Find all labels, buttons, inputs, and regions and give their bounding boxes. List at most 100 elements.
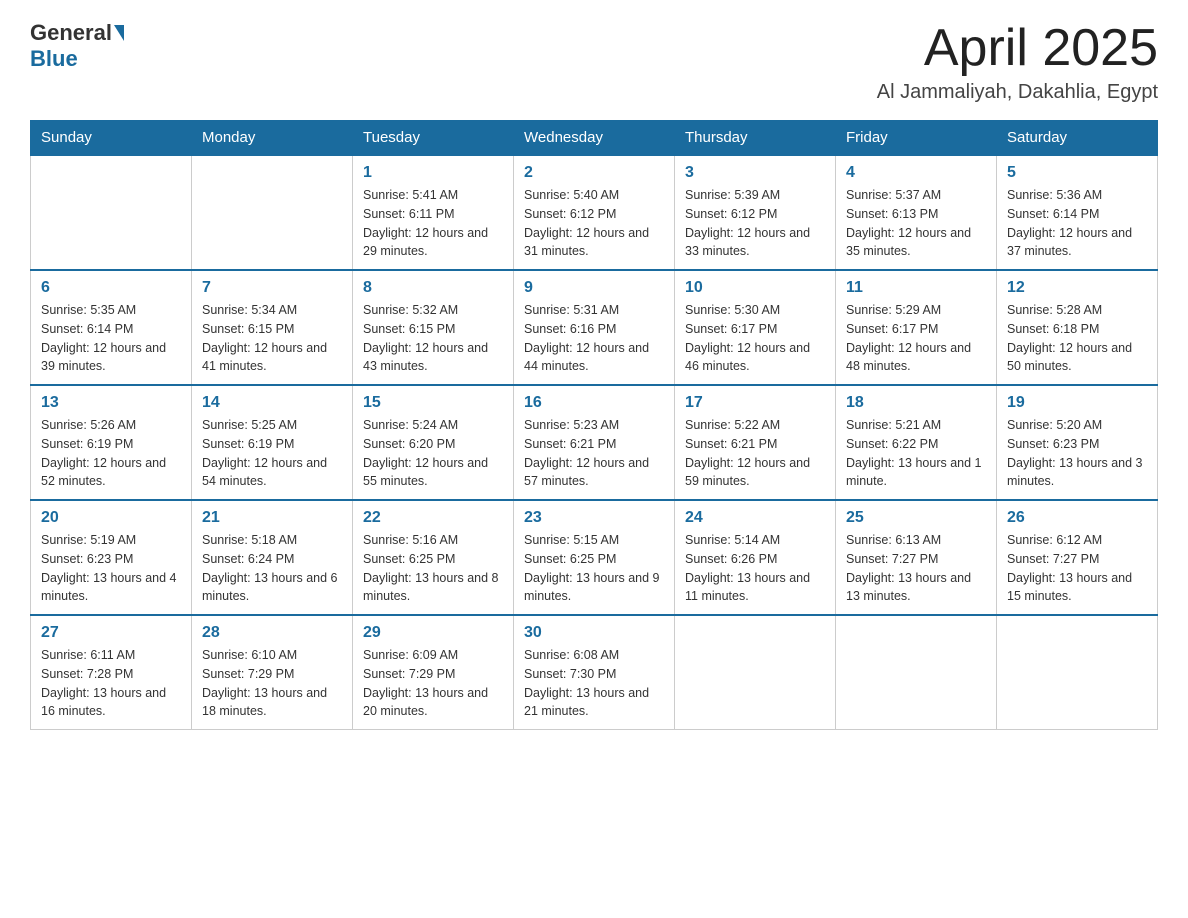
- day-detail: Sunrise: 5:31 AMSunset: 6:16 PMDaylight:…: [524, 301, 664, 376]
- day-detail: Sunrise: 5:26 AMSunset: 6:19 PMDaylight:…: [41, 416, 181, 491]
- calendar-cell: 6Sunrise: 5:35 AMSunset: 6:14 PMDaylight…: [31, 270, 192, 385]
- calendar-cell: [675, 615, 836, 730]
- week-row-3: 13 Sunrise: 5:26 AMSunset: 6:19 PMDayligh…: [31, 385, 1158, 500]
- day-number: 14: [202, 394, 342, 412]
- day-detail: Sunrise: 5:40 AMSunset: 6:12 PMDaylight:…: [524, 186, 664, 261]
- day-number: 24: [685, 509, 825, 527]
- day-number: 23: [524, 509, 664, 527]
- day-number: 30: [524, 624, 664, 642]
- calendar-cell: 17Sunrise: 5:22 AMSunset: 6:21 PMDayligh…: [675, 385, 836, 500]
- day-number: 5: [1007, 164, 1147, 182]
- day-detail: Sunrise: 5:14 AMSunset: 6:26 PMDaylight:…: [685, 531, 825, 606]
- day-detail: Sunrise: 6:10 AMSunset: 7:29 PMDaylight:…: [202, 646, 342, 721]
- header-saturday: Saturday: [997, 121, 1158, 156]
- calendar-cell: 10Sunrise: 5:30 AMSunset: 6:17 PMDayligh…: [675, 270, 836, 385]
- week-row-4: 20 Sunrise: 5:19 AMSunset: 6:23 PMDayligh…: [31, 500, 1158, 615]
- day-number: 26: [1007, 509, 1147, 527]
- day-detail: Sunrise: 5:18 AMSunset: 6:24 PMDaylight:…: [202, 531, 342, 606]
- month-title: April 2025: [877, 20, 1158, 77]
- logo-blue: Blue: [30, 46, 78, 72]
- calendar-cell: 13 Sunrise: 5:26 AMSunset: 6:19 PMDayligh…: [31, 385, 192, 500]
- location-title: Al Jammaliyah, Dakahlia, Egypt: [877, 81, 1158, 104]
- calendar-cell: 27 Sunrise: 6:11 AMSunset: 7:28 PMDayligh…: [31, 615, 192, 730]
- day-number: 29: [363, 624, 503, 642]
- logo-triangle-icon: [114, 25, 124, 41]
- day-number: 4: [846, 164, 986, 182]
- calendar-cell: 28 Sunrise: 6:10 AMSunset: 7:29 PMDayligh…: [192, 615, 353, 730]
- calendar-cell: 9Sunrise: 5:31 AMSunset: 6:16 PMDaylight…: [514, 270, 675, 385]
- day-detail: Sunrise: 5:25 AMSunset: 6:19 PMDaylight:…: [202, 416, 342, 491]
- calendar-cell: [836, 615, 997, 730]
- day-detail: Sunrise: 5:37 AMSunset: 6:13 PMDaylight:…: [846, 186, 986, 261]
- calendar-cell: 15 Sunrise: 5:24 AMSunset: 6:20 PMDayligh…: [353, 385, 514, 500]
- day-detail: Sunrise: 5:29 AMSunset: 6:17 PMDaylight:…: [846, 301, 986, 376]
- calendar-cell: 8 Sunrise: 5:32 AMSunset: 6:15 PMDaylight…: [353, 270, 514, 385]
- calendar-cell: [31, 155, 192, 270]
- day-number: 28: [202, 624, 342, 642]
- day-number: 7: [202, 279, 342, 297]
- calendar-cell: 2Sunrise: 5:40 AMSunset: 6:12 PMDaylight…: [514, 155, 675, 270]
- day-number: 13: [41, 394, 181, 412]
- calendar-cell: 23 Sunrise: 5:15 AMSunset: 6:25 PMDayligh…: [514, 500, 675, 615]
- week-row-1: 1 Sunrise: 5:41 AMSunset: 6:11 PMDaylight…: [31, 155, 1158, 270]
- day-detail: Sunrise: 6:11 AMSunset: 7:28 PMDaylight:…: [41, 646, 181, 721]
- day-number: 1: [363, 164, 503, 182]
- day-number: 25: [846, 509, 986, 527]
- day-detail: Sunrise: 6:08 AMSunset: 7:30 PMDaylight:…: [524, 646, 664, 721]
- header-thursday: Thursday: [675, 121, 836, 156]
- day-detail: Sunrise: 5:19 AMSunset: 6:23 PMDaylight:…: [41, 531, 181, 606]
- header-sunday: Sunday: [31, 121, 192, 156]
- header-friday: Friday: [836, 121, 997, 156]
- calendar-cell: 14 Sunrise: 5:25 AMSunset: 6:19 PMDayligh…: [192, 385, 353, 500]
- calendar-cell: 7 Sunrise: 5:34 AMSunset: 6:15 PMDaylight…: [192, 270, 353, 385]
- day-detail: Sunrise: 5:28 AMSunset: 6:18 PMDaylight:…: [1007, 301, 1147, 376]
- day-detail: Sunrise: 5:39 AMSunset: 6:12 PMDaylight:…: [685, 186, 825, 261]
- calendar-cell: 24 Sunrise: 5:14 AMSunset: 6:26 PMDayligh…: [675, 500, 836, 615]
- day-number: 8: [363, 279, 503, 297]
- calendar-table: SundayMondayTuesdayWednesdayThursdayFrid…: [30, 120, 1158, 730]
- calendar-cell: 30 Sunrise: 6:08 AMSunset: 7:30 PMDayligh…: [514, 615, 675, 730]
- header-monday: Monday: [192, 121, 353, 156]
- calendar-cell: 11 Sunrise: 5:29 AMSunset: 6:17 PMDayligh…: [836, 270, 997, 385]
- day-number: 19: [1007, 394, 1147, 412]
- header-wednesday: Wednesday: [514, 121, 675, 156]
- day-number: 20: [41, 509, 181, 527]
- day-detail: Sunrise: 6:12 AMSunset: 7:27 PMDaylight:…: [1007, 531, 1147, 606]
- day-number: 3: [685, 164, 825, 182]
- calendar-cell: 26 Sunrise: 6:12 AMSunset: 7:27 PMDayligh…: [997, 500, 1158, 615]
- day-detail: Sunrise: 6:13 AMSunset: 7:27 PMDaylight:…: [846, 531, 986, 606]
- title-area: April 2025 Al Jammaliyah, Dakahlia, Egyp…: [877, 20, 1158, 104]
- week-row-5: 27 Sunrise: 6:11 AMSunset: 7:28 PMDayligh…: [31, 615, 1158, 730]
- day-number: 12: [1007, 279, 1147, 297]
- day-detail: Sunrise: 5:20 AMSunset: 6:23 PMDaylight:…: [1007, 416, 1147, 491]
- day-detail: Sunrise: 5:41 AMSunset: 6:11 PMDaylight:…: [363, 186, 503, 261]
- day-number: 15: [363, 394, 503, 412]
- calendar-cell: 1 Sunrise: 5:41 AMSunset: 6:11 PMDaylight…: [353, 155, 514, 270]
- calendar-cell: 4 Sunrise: 5:37 AMSunset: 6:13 PMDaylight…: [836, 155, 997, 270]
- logo: General Blue: [30, 20, 124, 72]
- day-detail: Sunrise: 5:24 AMSunset: 6:20 PMDaylight:…: [363, 416, 503, 491]
- day-number: 17: [685, 394, 825, 412]
- calendar-cell: 25 Sunrise: 6:13 AMSunset: 7:27 PMDayligh…: [836, 500, 997, 615]
- day-detail: Sunrise: 6:09 AMSunset: 7:29 PMDaylight:…: [363, 646, 503, 721]
- calendar-cell: 3 Sunrise: 5:39 AMSunset: 6:12 PMDaylight…: [675, 155, 836, 270]
- calendar-cell: 19 Sunrise: 5:20 AMSunset: 6:23 PMDayligh…: [997, 385, 1158, 500]
- day-number: 16: [524, 394, 664, 412]
- day-detail: Sunrise: 5:36 AMSunset: 6:14 PMDaylight:…: [1007, 186, 1147, 261]
- logo-text: General: [30, 20, 124, 46]
- day-number: 27: [41, 624, 181, 642]
- day-detail: Sunrise: 5:30 AMSunset: 6:17 PMDaylight:…: [685, 301, 825, 376]
- day-detail: Sunrise: 5:21 AMSunset: 6:22 PMDaylight:…: [846, 416, 986, 491]
- calendar-cell: 20 Sunrise: 5:19 AMSunset: 6:23 PMDayligh…: [31, 500, 192, 615]
- calendar-cell: 22Sunrise: 5:16 AMSunset: 6:25 PMDayligh…: [353, 500, 514, 615]
- day-detail: Sunrise: 5:15 AMSunset: 6:25 PMDaylight:…: [524, 531, 664, 606]
- day-number: 21: [202, 509, 342, 527]
- day-number: 18: [846, 394, 986, 412]
- calendar-cell: 21 Sunrise: 5:18 AMSunset: 6:24 PMDayligh…: [192, 500, 353, 615]
- calendar-cell: 18 Sunrise: 5:21 AMSunset: 6:22 PMDayligh…: [836, 385, 997, 500]
- day-detail: Sunrise: 5:32 AMSunset: 6:15 PMDaylight:…: [363, 301, 503, 376]
- calendar-cell: 12 Sunrise: 5:28 AMSunset: 6:18 PMDayligh…: [997, 270, 1158, 385]
- week-row-2: 6Sunrise: 5:35 AMSunset: 6:14 PMDaylight…: [31, 270, 1158, 385]
- day-number: 11: [846, 279, 986, 297]
- day-detail: Sunrise: 5:34 AMSunset: 6:15 PMDaylight:…: [202, 301, 342, 376]
